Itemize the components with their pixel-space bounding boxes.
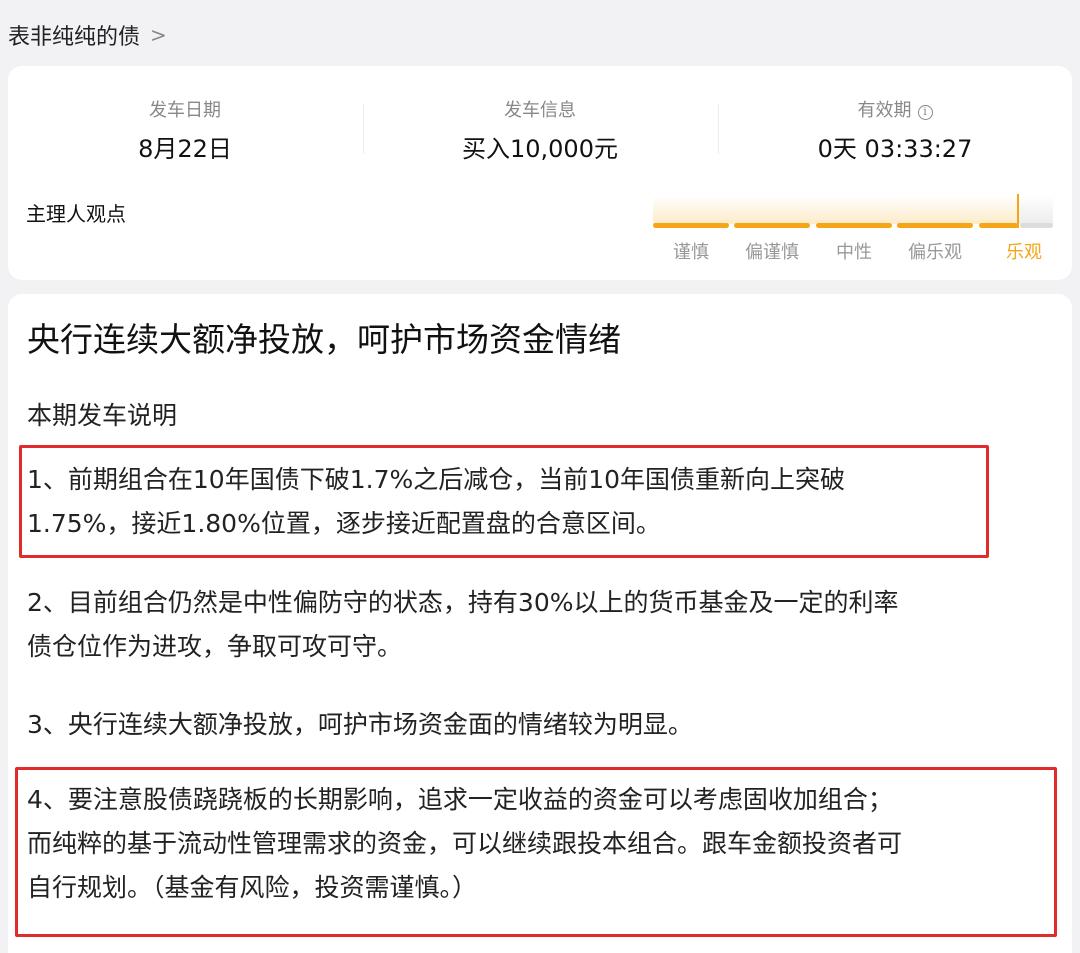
article-title: 央行连续大额净投放，呵护市场资金情绪 <box>27 320 621 359</box>
article-card: 央行连续大额净投放，呵护市场资金情绪 本期发车说明 1、前期组合在10年国债下破… <box>8 294 1072 953</box>
stat-date: 发车日期 8月22日 <box>8 98 362 166</box>
stat-validity: 有效期 i 0天 03:33:27 <box>718 98 1072 166</box>
stat-label: 有效期 i <box>718 98 1072 124</box>
stat-value: 8月22日 <box>138 135 232 163</box>
scale-marker <box>1017 194 1019 228</box>
scale-segment-rest <box>1020 223 1053 228</box>
article-subtitle: 本期发车说明 <box>27 401 178 430</box>
chevron-right-icon[interactable]: > <box>150 23 167 47</box>
scale-label: 谨慎 <box>673 242 709 263</box>
stat-label: 发车日期 <box>149 100 221 121</box>
sentiment-scale: 谨慎 偏谨慎 中性 偏乐观 乐观 <box>653 194 1053 264</box>
paragraph-line: 2、目前组合仍然是中性偏防守的状态，持有30%以上的货币基金及一定的利率 <box>27 588 899 617</box>
scale-segment <box>816 223 892 228</box>
highlight-box <box>19 445 989 558</box>
scale-label-selected: 乐观 <box>1006 242 1042 263</box>
scale-segment <box>979 223 1018 228</box>
paragraph-3: 3、央行连续大额净投放，呵护市场资金面的情绪较为明显。 <box>27 703 1057 747</box>
scale-segment <box>897 223 973 228</box>
scale-highlight <box>653 196 1018 224</box>
scale-label: 中性 <box>836 242 872 263</box>
breadcrumb[interactable]: 表非纯纯的债 > <box>8 20 167 50</box>
info-icon[interactable]: i <box>917 105 933 120</box>
stat-info: 发车信息 买入10,000元 <box>363 98 717 166</box>
stat-label-text: 有效期 <box>857 100 912 121</box>
stat-value: 买入10,000元 <box>462 135 618 163</box>
scale-remaining <box>1018 196 1053 224</box>
manager-view-label: 主理人观点 <box>26 202 126 226</box>
paragraph-2: 2、目前组合仍然是中性偏防守的状态，持有30%以上的货币基金及一定的利率 债仓位… <box>27 581 1057 669</box>
paragraph-line: 3、央行连续大额净投放，呵护市场资金面的情绪较为明显。 <box>27 710 693 739</box>
highlight-box <box>15 767 1057 937</box>
scale-label: 偏谨慎 <box>745 242 799 263</box>
paragraph-line: 债仓位作为进攻，争取可攻可守。 <box>27 632 403 661</box>
scale-label: 偏乐观 <box>908 242 962 263</box>
trade-info-card: 发车日期 8月22日 发车信息 买入10,000元 有效期 i 0天 03:33:… <box>8 66 1072 280</box>
scale-segment <box>653 223 729 228</box>
scale-segment <box>734 223 810 228</box>
stat-label: 发车信息 <box>504 100 576 121</box>
stat-value: 0天 03:33:27 <box>817 135 973 163</box>
page-title[interactable]: 表非纯纯的债 <box>8 19 140 51</box>
